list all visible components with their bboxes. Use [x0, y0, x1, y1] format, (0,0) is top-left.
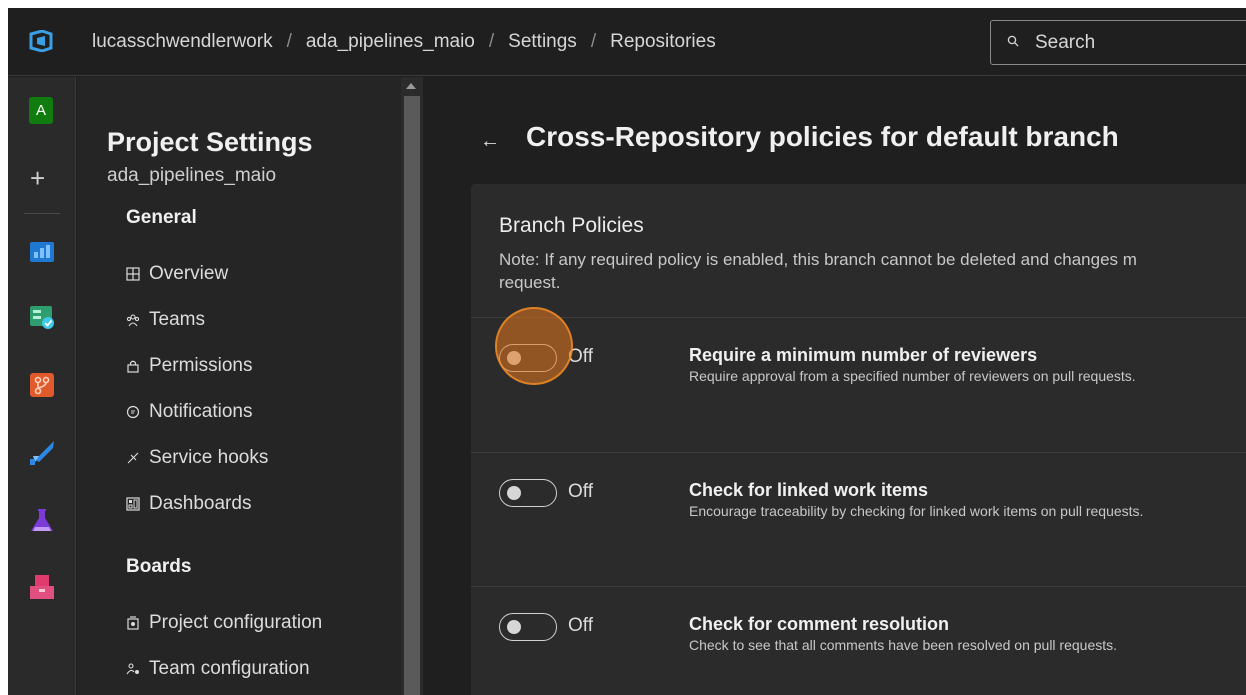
overview-icon: [126, 267, 140, 281]
project-config-icon: [127, 616, 139, 630]
breadcrumb-separator: /: [590, 31, 597, 52]
policy-comment-resolution: Off Check for comment resolution Check t…: [471, 587, 1246, 695]
nav-item-notifications[interactable]: Notifications: [126, 401, 253, 423]
policy-title: Require a minimum number of reviewers: [689, 345, 1038, 365]
search-icon: [1007, 35, 1019, 47]
card-note: Note: If any required policy is enabled,…: [499, 248, 1246, 294]
toggle-state-label: Off: [568, 481, 593, 502]
policy-description: Encourage traceability by checking for l…: [689, 503, 1144, 519]
teams-icon: [126, 314, 140, 327]
nav-item-label: Team configuration: [149, 658, 310, 679]
add-project-icon[interactable]: +: [30, 165, 45, 191]
top-bar: lucasschwendlerwork / ada_pipelines_maio / S…: [8, 8, 1246, 76]
team-config-icon: [126, 663, 139, 675]
policy-linked-work-items: Off Check for linked work items Encourag…: [471, 453, 1246, 583]
artifacts-service-icon[interactable]: [29, 574, 55, 600]
toggle-knob: [507, 351, 521, 365]
pipelines-service-icon[interactable]: [29, 440, 55, 466]
service-rail: A +: [8, 77, 76, 695]
test-plans-service-icon[interactable]: [29, 507, 55, 533]
nav-item-teams[interactable]: Teams: [126, 309, 205, 331]
policy-min-reviewers: Off Require a minimum number of reviewer…: [471, 318, 1246, 448]
breadcrumb-settings[interactable]: Settings: [508, 31, 577, 52]
card-title: Branch Policies: [499, 214, 644, 237]
org-avatar[interactable]: A: [29, 97, 53, 124]
nav-item-overview[interactable]: Overview: [126, 263, 228, 285]
dashboard-icon: [126, 497, 140, 511]
policy-title: Check for linked work items: [689, 480, 929, 500]
nav-item-label: Dashboards: [149, 493, 252, 514]
toggle-knob: [507, 486, 521, 500]
sidebar-scrollbar[interactable]: [401, 77, 423, 695]
repos-service-icon[interactable]: [29, 372, 55, 398]
scrollbar-thumb[interactable]: [404, 96, 420, 695]
nav-item-team-configuration[interactable]: Team configuration: [126, 658, 310, 680]
nav-item-project-configuration[interactable]: Project configuration: [126, 612, 322, 634]
nav-item-label: Permissions: [149, 355, 253, 376]
card-note-line: Note: If any required policy is enabled,…: [499, 250, 1137, 269]
sidebar-subtitle: ada_pipelines_maio: [107, 165, 277, 186]
nav-item-label: Teams: [149, 309, 205, 330]
linked-work-items-toggle[interactable]: [499, 479, 557, 507]
min-reviewers-toggle[interactable]: [499, 344, 557, 372]
chat-icon: [126, 405, 140, 419]
project-settings-sidebar: Project Settings ada_pipelines_maio Gene…: [77, 77, 401, 695]
toggle-knob: [507, 620, 521, 634]
sidebar-title: Project Settings: [107, 127, 313, 157]
comment-resolution-toggle[interactable]: [499, 613, 557, 641]
nav-item-label: Notifications: [149, 401, 253, 422]
scroll-up-arrow-icon[interactable]: [406, 83, 416, 89]
breadcrumb-project[interactable]: ada_pipelines_maio: [306, 31, 475, 52]
page-title: Cross-Repository policies for default br…: [526, 121, 1119, 152]
branch-policies-card: Branch Policies Note: If any required po…: [471, 184, 1246, 695]
rail-divider: [24, 213, 60, 214]
app-window: lucasschwendlerwork / ada_pipelines_maio / S…: [8, 8, 1246, 695]
toggle-state-label: Off: [568, 615, 593, 636]
breadcrumb-separator: /: [488, 31, 495, 52]
breadcrumb-separator: /: [286, 31, 292, 52]
policy-description: Require approval from a specified number…: [689, 368, 1136, 384]
boards-service-icon[interactable]: [29, 304, 55, 330]
policy-description: Check to see that all comments have been…: [689, 637, 1118, 653]
breadcrumb-page[interactable]: Repositories: [610, 31, 716, 52]
nav-item-label: Service hooks: [149, 447, 269, 468]
hook-icon: [127, 452, 139, 464]
lock-icon: [127, 360, 139, 373]
nav-item-label: Overview: [149, 263, 229, 284]
breadcrumb-org[interactable]: lucasschwendlerwork: [92, 31, 273, 52]
section-general: General: [126, 207, 197, 228]
policy-title: Check for comment resolution: [689, 614, 950, 634]
card-note-line: request.: [499, 273, 561, 292]
section-boards: Boards: [126, 556, 192, 577]
azure-devops-logo-icon[interactable]: [28, 30, 54, 52]
breadcrumb: lucasschwendlerwork / ada_pipelines_maio / S…: [92, 31, 716, 53]
search-input[interactable]: [1035, 31, 1235, 55]
back-arrow-icon[interactable]: ←: [480, 130, 500, 153]
nav-item-permissions[interactable]: Permissions: [126, 355, 252, 377]
main-content: ← Cross-Repository policies for default …: [423, 77, 1246, 695]
nav-item-service-hooks[interactable]: Service hooks: [126, 447, 268, 469]
overview-service-icon[interactable]: [29, 238, 55, 264]
search-box[interactable]: [990, 20, 1246, 65]
nav-item-label: Project configuration: [149, 612, 323, 633]
toggle-state-label: Off: [568, 346, 593, 367]
nav-item-dashboards[interactable]: Dashboards: [126, 493, 251, 515]
